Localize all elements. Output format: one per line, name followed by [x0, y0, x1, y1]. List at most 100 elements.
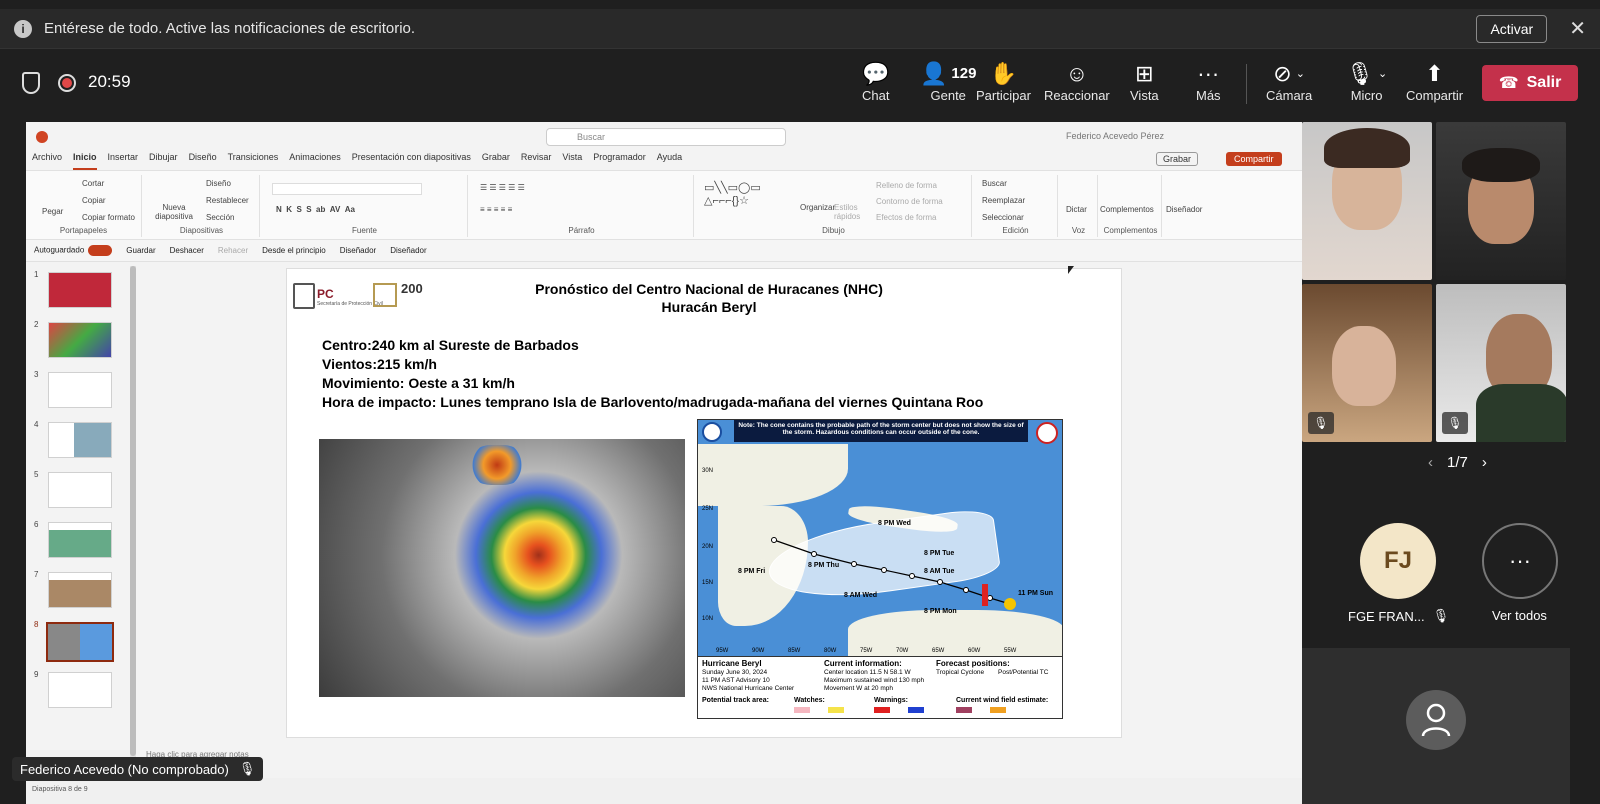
close-icon[interactable]: ✕ [1569, 16, 1586, 41]
shield-icon[interactable] [22, 72, 40, 94]
legend-forecast: Forecast positions: [936, 659, 1010, 668]
legend-current-1: Center location 11.5 N 58.1 W [824, 669, 911, 676]
track-label: 8 PM Tue [924, 550, 955, 557]
align-icon[interactable]: ≡ ≡ ≡ ≡ ≡ [480, 205, 512, 214]
menu-transiciones[interactable]: Transiciones [228, 152, 279, 170]
shape-outline-button[interactable]: Contorno de forma [876, 197, 943, 206]
share-button[interactable]: ⬆ Compartir [1406, 60, 1463, 103]
thumb-slide-4[interactable] [48, 422, 112, 458]
menu-diseno[interactable]: Diseño [189, 152, 217, 170]
select-button[interactable]: Seleccionar [982, 213, 1024, 222]
react-button[interactable]: ☺ Reaccionar [1044, 60, 1110, 103]
menu-ayuda[interactable]: Ayuda [657, 152, 682, 170]
replace-button[interactable]: Reemplazar [982, 196, 1025, 205]
menu-inicio[interactable]: Inicio [73, 152, 97, 170]
thumb-slide-3[interactable] [48, 372, 112, 408]
menu-vista[interactable]: Vista [562, 152, 582, 170]
menu-programador[interactable]: Programador [593, 152, 646, 170]
redo-button[interactable]: Rehacer [218, 246, 248, 255]
view-button[interactable]: ⊞ Vista [1130, 60, 1159, 103]
thumbnail-scrollbar[interactable] [130, 266, 136, 766]
menu-dibujar[interactable]: Dibujar [149, 152, 178, 170]
copy-button[interactable]: Copiar [82, 196, 106, 205]
new-slide-button[interactable]: Nueva diapositiva [152, 203, 196, 221]
grabar-button[interactable]: Grabar [1156, 152, 1199, 166]
legend-warnings: Warnings: [874, 697, 908, 704]
cut-button[interactable]: Cortar [82, 179, 104, 188]
thumb-slide-6[interactable] [48, 522, 112, 558]
people-button[interactable]: 👤 129 Gente [920, 60, 976, 103]
menu-presentacion[interactable]: Presentación con diapositivas [352, 152, 471, 170]
search-input[interactable]: Buscar [546, 128, 786, 146]
addins-button[interactable]: Complementos [1100, 205, 1154, 214]
leave-button[interactable]: ☎ Salir [1482, 65, 1578, 101]
more-button[interactable]: ··· Más [1196, 60, 1221, 103]
thumb-slide-5[interactable] [48, 472, 112, 508]
menu-insertar[interactable]: Insertar [108, 152, 139, 170]
paste-button[interactable]: Pegar [42, 207, 63, 216]
track-label: 8 AM Tue [924, 568, 955, 575]
shape-fill-button[interactable]: Relleno de forma [876, 181, 937, 190]
menu-grabar[interactable]: Grabar [482, 152, 510, 170]
bullets-icon[interactable]: ☰ ☰ ☰ ☰ ☰ [480, 183, 525, 192]
warning-storm-swatch [908, 707, 924, 713]
activate-button[interactable]: Activar [1476, 14, 1548, 43]
designer-button[interactable]: Diseñador [1166, 205, 1202, 214]
nhc-cone-map: Note: The cone contains the probable pat… [697, 419, 1063, 719]
find-button[interactable]: Buscar [982, 179, 1007, 188]
meeting-toolbar: 20:59 💬 Chat 👤 129 Gente ✋ Participar ☺ R… [0, 50, 1600, 118]
bold-button[interactable]: N K S S ab AV Aa [276, 205, 355, 214]
save-button[interactable]: Guardar [126, 246, 155, 255]
hand-icon: ✋ [989, 61, 1018, 86]
quick-styles-button[interactable]: Estilos rápidos [834, 203, 864, 221]
mic-button[interactable]: 🎙 ⌄ Micro [1346, 60, 1387, 103]
shapes-gallery[interactable]: ▭╲╲▭◯▭ △⌐⌐⌐{}☆ [704, 181, 761, 207]
slide-counter: Diapositiva 8 de 9 [32, 786, 88, 793]
raise-hand-button[interactable]: ✋ Participar [976, 60, 1031, 103]
thumb-slide-9[interactable] [48, 672, 112, 708]
chat-button[interactable]: 💬 Chat [862, 60, 889, 103]
see-all-button[interactable]: ··· [1482, 523, 1558, 599]
autosave-switch[interactable] [88, 245, 113, 256]
group-dibujo: ▭╲╲▭◯▭ △⌐⌐⌐{}☆ Organizar Estilos rápidos … [696, 175, 972, 237]
video-tile-3[interactable]: 🎙 [1302, 284, 1432, 442]
undo-button[interactable]: Deshacer [170, 246, 204, 255]
video-tile-1[interactable] [1302, 122, 1432, 280]
reset-button[interactable]: Restablecer [206, 196, 249, 205]
chevron-down-icon[interactable]: ⌄ [1296, 60, 1305, 88]
designer-qat-2[interactable]: Diseñador [390, 246, 426, 255]
menu-archivo[interactable]: Archivo [32, 152, 62, 170]
layout-button[interactable]: Diseño [206, 179, 231, 188]
thumb-slide-1[interactable] [48, 272, 112, 308]
menu-revisar[interactable]: Revisar [521, 152, 552, 170]
section-button[interactable]: Sección [206, 213, 234, 222]
arrange-button[interactable]: Organizar [800, 203, 835, 212]
legend-source: NWS National Hurricane Center [702, 685, 795, 692]
designer-qat-1[interactable]: Diseñador [340, 246, 376, 255]
thumb-slide-2[interactable] [48, 322, 112, 358]
dictate-button[interactable]: Dictar [1066, 205, 1087, 214]
storm-cloud [469, 445, 525, 485]
format-painter-button[interactable]: Copiar formato [82, 213, 135, 222]
chevron-right-icon[interactable]: › [1482, 454, 1487, 471]
current-slide[interactable]: PC Secretaría de Protección Civil 200 Pr… [286, 268, 1122, 738]
self-view-tile[interactable] [1302, 648, 1570, 804]
font-select[interactable] [272, 183, 422, 195]
group-edicion: Buscar Reemplazar Seleccionar Edición [974, 175, 1058, 237]
lat-label: 30N [702, 468, 714, 474]
thumb-slide-7[interactable] [48, 572, 112, 608]
autosave-toggle[interactable]: Autoguardado [34, 245, 113, 256]
camera-button[interactable]: ⊘ ⌄ Cámara [1266, 60, 1312, 103]
thumb-slide-8[interactable] [46, 622, 114, 662]
shape-effects-button[interactable]: Efectos de forma [876, 213, 936, 222]
chevron-down-icon[interactable]: ⌄ [1378, 60, 1387, 88]
map-legend: Hurricane Beryl Sunday June 30, 2024 11 … [698, 656, 1062, 718]
video-tile-2[interactable] [1436, 122, 1566, 280]
menu-animaciones[interactable]: Animaciones [289, 152, 341, 170]
avatar[interactable]: FJ [1360, 523, 1436, 599]
chevron-left-icon[interactable]: ‹ [1428, 454, 1433, 471]
compartir-button[interactable]: Compartir [1226, 152, 1282, 166]
bullet-impacto: Hora de impacto: Lunes temprano Isla de … [322, 394, 984, 410]
video-tile-4[interactable]: 🎙 [1436, 284, 1566, 442]
from-start-button[interactable]: Desde el principio [262, 246, 326, 255]
